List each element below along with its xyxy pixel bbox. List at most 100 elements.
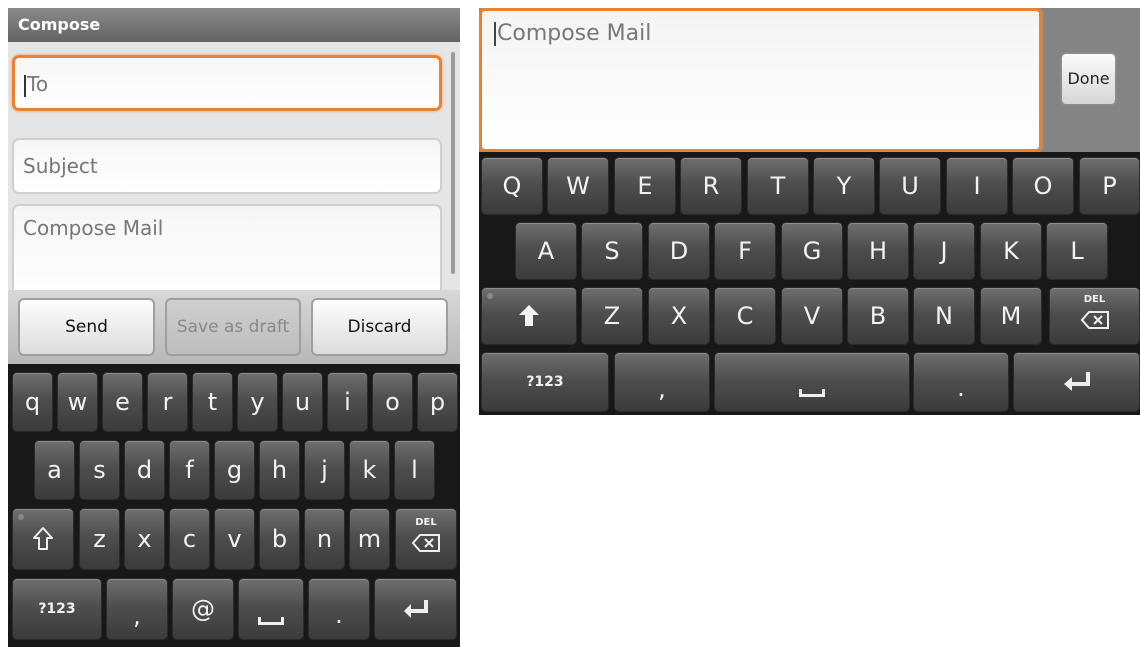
key-b[interactable]: B <box>847 287 909 345</box>
key-label: h <box>271 456 288 484</box>
key-m[interactable]: m <box>349 508 390 570</box>
key-z[interactable]: Z <box>581 287 643 345</box>
key-b[interactable]: b <box>259 508 300 570</box>
shift-key[interactable] <box>481 287 577 345</box>
key-g[interactable]: G <box>781 222 843 280</box>
key-h[interactable]: H <box>847 222 909 280</box>
key-s[interactable]: s <box>79 440 120 500</box>
compose-body-field[interactable]: Compose Mail <box>12 204 442 304</box>
period-key[interactable]: . <box>913 352 1009 412</box>
key-q[interactable]: q <box>12 372 53 432</box>
key-i[interactable]: I <box>946 157 1008 215</box>
text-cursor <box>24 74 26 97</box>
symbols-key[interactable]: ?123 <box>12 578 102 640</box>
key-label: c <box>182 525 197 553</box>
key-label: t <box>207 388 218 416</box>
enter-key[interactable] <box>1013 352 1140 412</box>
key-label: d <box>136 456 153 484</box>
space-key[interactable] <box>238 578 304 640</box>
key-o[interactable]: o <box>372 372 413 432</box>
compose-body-field[interactable]: Compose Mail <box>479 8 1042 152</box>
key-w[interactable]: W <box>547 157 609 215</box>
discard-button[interactable]: Discard <box>311 298 448 356</box>
delete-key[interactable]: DEL <box>395 508 457 570</box>
key-k[interactable]: k <box>349 440 390 500</box>
key-d[interactable]: d <box>124 440 165 500</box>
symbols-key[interactable]: ?123 <box>481 352 609 412</box>
key-label: l <box>411 456 418 484</box>
key-t[interactable]: t <box>192 372 233 432</box>
key-p[interactable]: P <box>1079 157 1140 215</box>
landscape-input-area: Compose Mail Done <box>479 8 1140 152</box>
portrait-compose-screen: Compose To Subject Compose Mail Send Sav… <box>8 8 460 647</box>
key-label: u <box>294 388 311 416</box>
key-label: I <box>973 172 981 200</box>
key-label: K <box>1003 237 1019 265</box>
key-c[interactable]: C <box>714 287 776 345</box>
key-j[interactable]: J <box>913 222 975 280</box>
key-i[interactable]: i <box>327 372 368 432</box>
key-h[interactable]: h <box>259 440 300 500</box>
title-bar: Compose <box>8 8 460 42</box>
key-label: S <box>604 237 620 265</box>
key-label: A <box>537 237 555 265</box>
comma-key[interactable]: , <box>106 578 168 640</box>
key-u[interactable]: U <box>879 157 941 215</box>
key-r[interactable]: R <box>680 157 742 215</box>
key-label: . <box>957 373 965 402</box>
key-q[interactable]: Q <box>481 157 543 215</box>
key-x[interactable]: X <box>648 287 710 345</box>
key-c[interactable]: c <box>169 508 210 570</box>
form-scrollbar[interactable] <box>451 52 455 274</box>
key-n[interactable]: N <box>913 287 975 345</box>
key-g[interactable]: g <box>214 440 255 500</box>
key-w[interactable]: w <box>57 372 98 432</box>
key-a[interactable]: A <box>515 222 577 280</box>
at-key[interactable]: @ <box>172 578 234 640</box>
key-t[interactable]: T <box>747 157 809 215</box>
key-p[interactable]: p <box>417 372 458 432</box>
to-field[interactable]: To <box>12 55 442 111</box>
key-n[interactable]: n <box>304 508 345 570</box>
delete-key[interactable]: DEL <box>1049 287 1140 345</box>
period-key[interactable]: . <box>308 578 370 640</box>
key-f[interactable]: f <box>169 440 210 500</box>
key-j[interactable]: j <box>304 440 345 500</box>
shift-key[interactable] <box>12 508 74 570</box>
key-v[interactable]: v <box>214 508 255 570</box>
key-v[interactable]: V <box>781 287 843 345</box>
key-o[interactable]: O <box>1012 157 1074 215</box>
action-button-bar: Send Save as draft Discard <box>8 290 460 364</box>
key-d[interactable]: D <box>648 222 710 280</box>
key-m[interactable]: M <box>980 287 1042 345</box>
key-e[interactable]: E <box>614 157 676 215</box>
done-button[interactable]: Done <box>1060 52 1117 106</box>
backspace-icon <box>1050 310 1139 330</box>
enter-key[interactable] <box>374 578 457 640</box>
key-a[interactable]: a <box>34 440 75 500</box>
key-label: m <box>357 525 382 553</box>
key-u[interactable]: u <box>282 372 323 432</box>
key-r[interactable]: r <box>147 372 188 432</box>
key-label: a <box>47 456 62 484</box>
key-x[interactable]: x <box>124 508 165 570</box>
key-s[interactable]: S <box>581 222 643 280</box>
send-button[interactable]: Send <box>18 298 155 356</box>
comma-key[interactable]: , <box>614 352 710 412</box>
key-e[interactable]: e <box>102 372 143 432</box>
key-label: F <box>738 237 752 265</box>
key-y[interactable]: Y <box>813 157 875 215</box>
subject-field[interactable]: Subject <box>12 138 442 194</box>
key-label: ?123 <box>526 374 564 390</box>
key-z[interactable]: z <box>79 508 120 570</box>
save-draft-button[interactable]: Save as draft <box>165 298 301 356</box>
key-l[interactable]: L <box>1046 222 1108 280</box>
key-l[interactable]: l <box>394 440 435 500</box>
key-label: q <box>24 388 41 416</box>
key-indicator-dot <box>487 293 493 299</box>
space-key[interactable] <box>714 352 910 412</box>
key-k[interactable]: K <box>980 222 1042 280</box>
key-label: Q <box>502 172 522 200</box>
key-f[interactable]: F <box>714 222 776 280</box>
key-y[interactable]: y <box>237 372 278 432</box>
